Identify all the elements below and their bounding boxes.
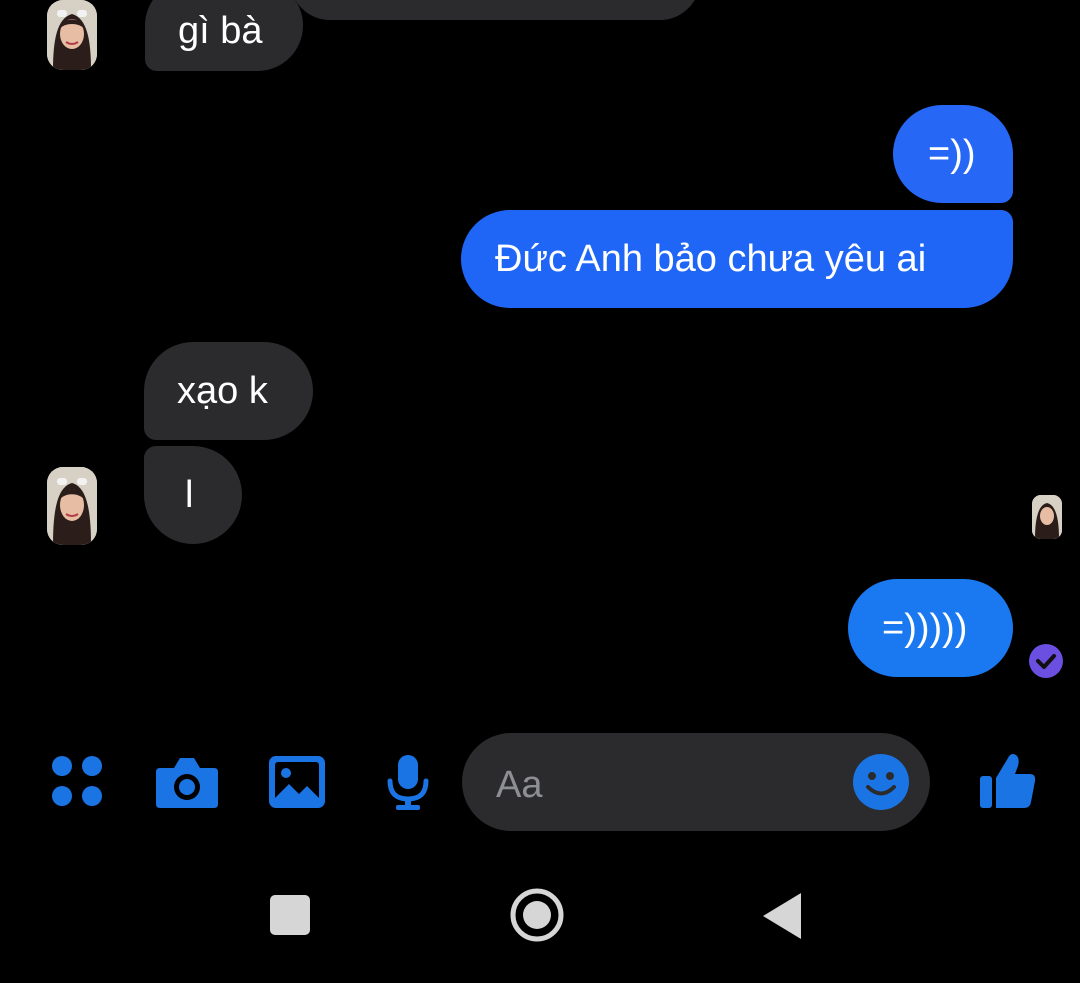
back-icon[interactable] [763,893,803,939]
message-bubble-incoming[interactable]: gì bà [145,0,303,71]
thumbs-up-icon[interactable] [980,752,1036,808]
message-text: Đức Anh bảo chưa yêu ai [495,238,927,280]
contact-avatar[interactable] [47,467,97,545]
menu-dots-icon[interactable] [51,755,103,807]
message-text: gì bà [178,9,263,52]
recent-apps-icon[interactable] [270,895,310,935]
avatar-photo-icon [1032,495,1062,539]
check-circle-icon [1029,644,1063,678]
message-bubble-incoming[interactable]: xạo k [144,342,313,440]
home-icon[interactable] [509,887,565,943]
message-input-placeholder: Aa [496,764,543,806]
message-bubble-outgoing[interactable]: Đức Anh bảo chưa yêu ai [461,210,1013,308]
seen-avatar [1032,495,1062,539]
message-text: =))))) [882,607,968,649]
avatar-photo-icon [47,0,97,70]
message-bubble-outgoing[interactable]: =))))) [848,579,1013,677]
previous-message-bubble-edge [290,0,700,20]
avatar-photo-icon [47,467,97,545]
image-icon[interactable] [269,756,325,808]
message-bubble-outgoing[interactable]: =)) [893,105,1013,203]
contact-avatar[interactable] [47,0,97,70]
message-text: l [185,474,194,516]
microphone-icon[interactable] [385,755,431,811]
emoji-icon[interactable] [853,754,909,810]
message-text: xạo k [177,370,268,412]
message-input[interactable]: Aa [462,733,930,831]
message-text: =)) [928,133,976,175]
message-bubble-incoming[interactable]: l [144,446,242,544]
camera-icon[interactable] [156,756,218,808]
